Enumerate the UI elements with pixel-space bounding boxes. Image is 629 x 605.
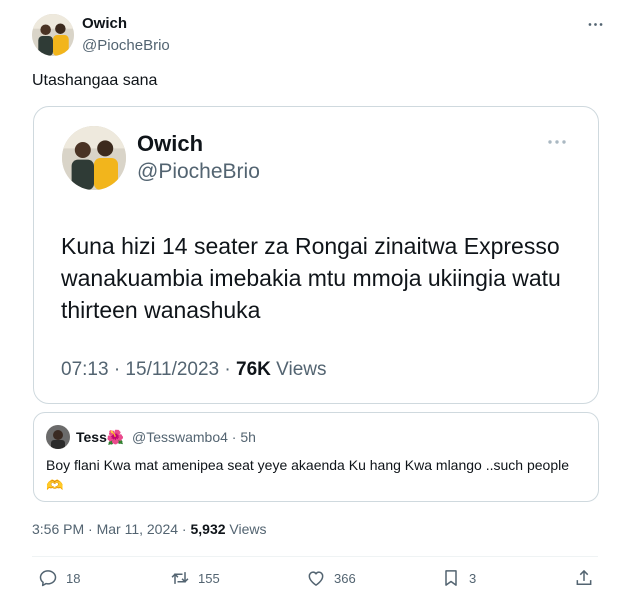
retweet-arrows-icon — [171, 572, 189, 584]
tweet-views-count: 5,932 — [190, 521, 226, 537]
embedded-reply-card[interactable]: Tess🌺 @Tesswambo4 · 5h Boy flani Kwa mat… — [33, 412, 599, 502]
quoted-more-options — [544, 133, 570, 151]
bookmark-count: 3 — [469, 570, 477, 586]
quoted-tweet-card[interactable]: Owich @PiocheBrio Kuna hizi 14 seater za… — [33, 106, 599, 404]
tweet-views-label: Views — [225, 521, 267, 537]
quoted-author-name: Owich — [137, 131, 204, 156]
like-count: 366 — [334, 570, 356, 586]
reply-author-handle: @Tesswambo4 · 5h — [132, 429, 256, 445]
speech-bubble-icon — [39, 570, 57, 587]
tweet-meta: 3:56 PM · Mar 11, 2024 · 5,932 Views — [32, 521, 267, 537]
quoted-tweet-text: Kuna hizi 14 seater za Rongai zinaitwa E… — [61, 233, 561, 323]
reply-author-name: Tess🌺 — [76, 429, 125, 445]
author-name[interactable]: Owich — [82, 15, 127, 32]
quoted-views-count: 76K — [236, 359, 271, 380]
share-upload-icon — [576, 569, 592, 585]
tweet-timestamp[interactable]: 3:56 PM · Mar 11, 2024 · — [32, 521, 190, 537]
more-options-button[interactable] — [583, 14, 607, 34]
heart-icon — [308, 571, 324, 586]
reply-author-avatar — [46, 425, 70, 449]
retweet-button[interactable]: 155 — [170, 568, 220, 588]
action-bar: 18 155 366 3 — [0, 562, 629, 596]
tweet: Owich @PiocheBrio Utashangaa sana Owich … — [0, 0, 629, 605]
more-horizontal-icon — [548, 140, 566, 144]
author-avatar[interactable] — [32, 14, 74, 56]
bookmark-button[interactable]: 3 — [441, 568, 476, 588]
like-button[interactable]: 366 — [306, 568, 356, 588]
bookmark-icon — [445, 570, 457, 586]
quoted-views-label: Views — [270, 359, 327, 380]
quoted-timestamp: 07:13 · 15/11/2023 · — [61, 359, 236, 380]
share-button[interactable] — [574, 568, 594, 588]
more-horizontal-icon — [588, 22, 602, 26]
reply-button[interactable]: 18 — [38, 568, 80, 588]
quoted-tweet-meta: 07:13 · 15/11/2023 · 76K Views — [61, 359, 326, 381]
quoted-author-handle: @PiocheBrio — [137, 160, 260, 183]
tweet-text: Utashangaa sana — [32, 72, 158, 89]
reply-count: 18 — [66, 570, 81, 586]
divider — [32, 556, 598, 557]
retweet-count: 155 — [198, 570, 220, 586]
author-handle[interactable]: @PiocheBrio — [82, 37, 170, 54]
reply-text: Boy flani Kwa mat amenipea seat yeye aka… — [46, 457, 569, 493]
quoted-author-avatar — [62, 126, 126, 190]
